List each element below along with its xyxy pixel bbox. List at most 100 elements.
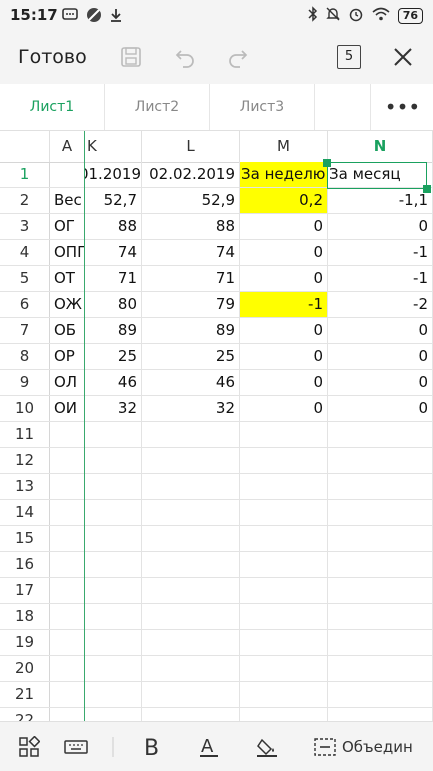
cell-a12[interactable] <box>50 448 85 473</box>
cell-k2[interactable]: 52,7 <box>85 188 142 213</box>
cell-m6[interactable]: -1 <box>240 292 328 317</box>
row-header[interactable]: 1 <box>0 162 50 187</box>
cell-n10[interactable]: 0 <box>328 396 433 421</box>
cell-l16[interactable] <box>142 552 240 577</box>
cell-l17[interactable] <box>142 578 240 603</box>
row-header[interactable]: 7 <box>0 318 50 343</box>
cell-k6[interactable]: 80 <box>85 292 142 317</box>
row-header[interactable]: 22 <box>0 708 50 721</box>
column-header-k[interactable]: K <box>85 131 142 162</box>
cell-m9[interactable]: 0 <box>240 370 328 395</box>
cell-l21[interactable] <box>142 682 240 707</box>
row-header[interactable]: 20 <box>0 656 50 681</box>
row-header[interactable]: 8 <box>0 344 50 369</box>
row-header[interactable]: 16 <box>0 552 50 577</box>
cell-m19[interactable] <box>240 630 328 655</box>
tab-sheet3[interactable]: Лист3 <box>210 84 315 130</box>
cell-k22[interactable] <box>85 708 142 721</box>
cell-n13[interactable] <box>328 474 433 499</box>
cell-m20[interactable] <box>240 656 328 681</box>
close-icon[interactable] <box>390 44 416 70</box>
done-button[interactable]: Готово <box>18 46 87 68</box>
cell-k14[interactable] <box>85 500 142 525</box>
cell-n6[interactable]: -2 <box>328 292 433 317</box>
cell-n19[interactable] <box>328 630 433 655</box>
cell-n15[interactable] <box>328 526 433 551</box>
cell-a20[interactable] <box>50 656 85 681</box>
cell-m10[interactable]: 0 <box>240 396 328 421</box>
cell-m4[interactable]: 0 <box>240 240 328 265</box>
cell-a15[interactable] <box>50 526 85 551</box>
cell-n20[interactable] <box>328 656 433 681</box>
cell-a7[interactable]: ОБ <box>50 318 85 343</box>
sheet-count-button[interactable]: 5 <box>337 45 361 69</box>
row-header[interactable]: 9 <box>0 370 50 395</box>
cell-k15[interactable] <box>85 526 142 551</box>
selection-handle-bottom[interactable] <box>423 185 431 193</box>
cell-n18[interactable] <box>328 604 433 629</box>
cell-k5[interactable]: 71 <box>85 266 142 291</box>
row-header[interactable]: 12 <box>0 448 50 473</box>
cell-n22[interactable] <box>328 708 433 721</box>
fill-color-icon[interactable] <box>256 734 278 760</box>
column-header-n[interactable]: N <box>328 131 433 162</box>
cell-a8[interactable]: ОР <box>50 344 85 369</box>
cell-l22[interactable] <box>142 708 240 721</box>
row-header[interactable]: 2 <box>0 188 50 213</box>
selection-handle-top[interactable] <box>323 159 331 167</box>
cell-l19[interactable] <box>142 630 240 655</box>
cell-l8[interactable]: 25 <box>142 344 240 369</box>
cell-k20[interactable] <box>85 656 142 681</box>
cell-m15[interactable] <box>240 526 328 551</box>
cell-l9[interactable]: 46 <box>142 370 240 395</box>
row-header[interactable]: 15 <box>0 526 50 551</box>
cell-l15[interactable] <box>142 526 240 551</box>
cell-n14[interactable] <box>328 500 433 525</box>
cell-a13[interactable] <box>50 474 85 499</box>
save-icon[interactable] <box>118 44 144 70</box>
cell-a3[interactable]: ОГ <box>50 214 85 239</box>
cell-a16[interactable] <box>50 552 85 577</box>
cell-n21[interactable] <box>328 682 433 707</box>
cell-n4[interactable]: -1 <box>328 240 433 265</box>
cell-l6[interactable]: 79 <box>142 292 240 317</box>
cell-k11[interactable] <box>85 422 142 447</box>
grid-menu-icon[interactable] <box>18 734 40 760</box>
cell-m3[interactable]: 0 <box>240 214 328 239</box>
row-header[interactable]: 5 <box>0 266 50 291</box>
cell-l14[interactable] <box>142 500 240 525</box>
row-header[interactable]: 3 <box>0 214 50 239</box>
cell-m12[interactable] <box>240 448 328 473</box>
redo-icon[interactable] <box>225 44 251 70</box>
merge-cells-button[interactable]: Объедин <box>314 734 413 760</box>
cell-a21[interactable] <box>50 682 85 707</box>
cell-m13[interactable] <box>240 474 328 499</box>
cell-m17[interactable] <box>240 578 328 603</box>
column-header-l[interactable]: L <box>142 131 240 162</box>
cell-a10[interactable]: ОИ <box>50 396 85 421</box>
cell-l1[interactable]: 02.02.2019 <box>142 162 240 187</box>
font-color-icon[interactable]: A <box>199 734 219 760</box>
cell-k17[interactable] <box>85 578 142 603</box>
cell-k9[interactable]: 46 <box>85 370 142 395</box>
cell-a9[interactable]: ОЛ <box>50 370 85 395</box>
tab-sheet2[interactable]: Лист2 <box>105 84 210 130</box>
cell-m7[interactable]: 0 <box>240 318 328 343</box>
row-header[interactable]: 18 <box>0 604 50 629</box>
row-header[interactable]: 14 <box>0 500 50 525</box>
cell-n5[interactable]: -1 <box>328 266 433 291</box>
cell-m11[interactable] <box>240 422 328 447</box>
cell-l7[interactable]: 89 <box>142 318 240 343</box>
cell-k12[interactable] <box>85 448 142 473</box>
cell-n2[interactable]: -1,1 <box>328 188 433 213</box>
cell-a1[interactable] <box>50 162 85 187</box>
cell-n8[interactable]: 0 <box>328 344 433 369</box>
cell-n17[interactable] <box>328 578 433 603</box>
cell-a5[interactable]: ОТ <box>50 266 85 291</box>
cell-k8[interactable]: 25 <box>85 344 142 369</box>
cell-a11[interactable] <box>50 422 85 447</box>
cell-k10[interactable]: 32 <box>85 396 142 421</box>
more-tabs-button[interactable]: ••• <box>370 84 433 130</box>
tab-sheet1[interactable]: Лист1 <box>0 84 105 130</box>
row-header[interactable]: 10 <box>0 396 50 421</box>
